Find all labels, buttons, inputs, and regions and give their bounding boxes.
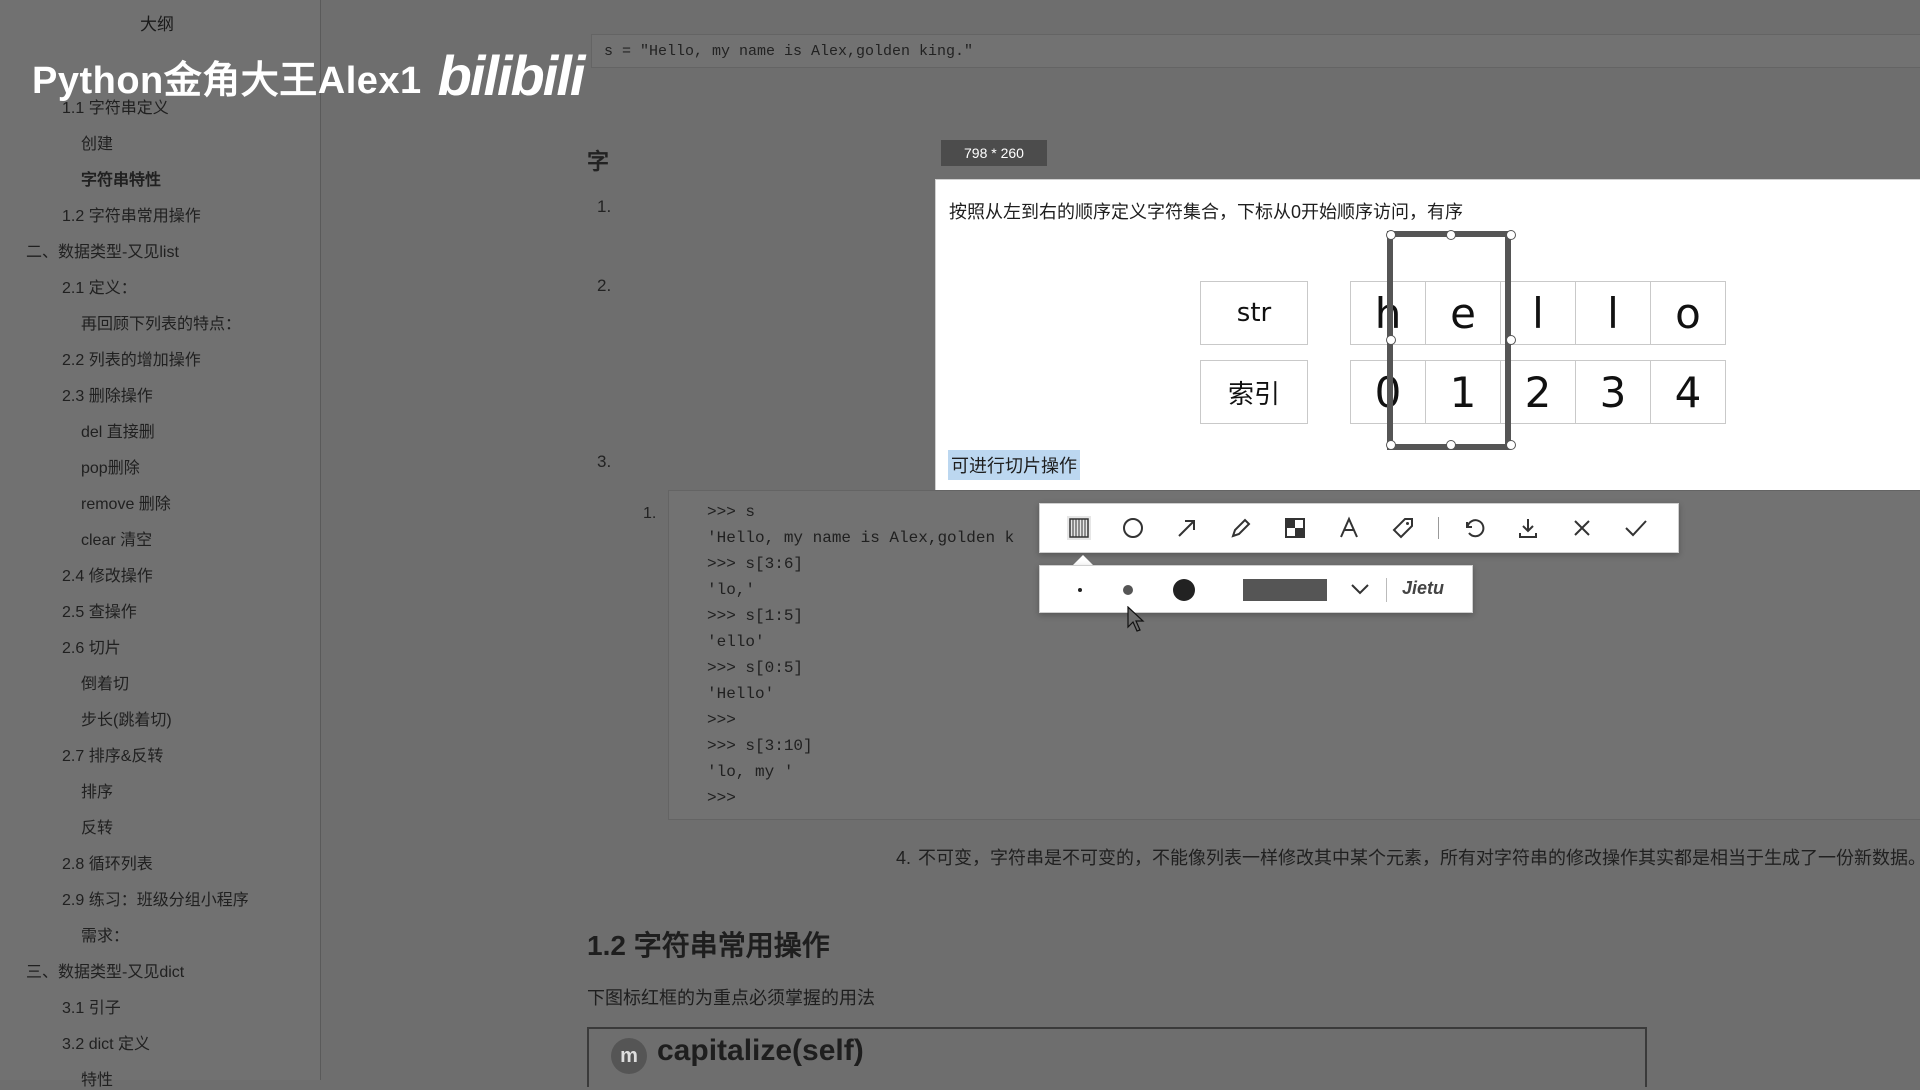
section-heading-ops: 1.2 字符串常用操作 xyxy=(587,930,830,961)
outline-item[interactable]: del 直接删 xyxy=(81,418,155,442)
code-line: 'ello' xyxy=(707,633,765,651)
code-line: 'lo, my ' xyxy=(707,763,794,781)
index-row-label: 索引 xyxy=(1200,360,1308,424)
close-icon[interactable] xyxy=(1555,508,1609,548)
note-text: 下图标红框的为重点必须掌握的用法 xyxy=(587,988,875,1008)
download-icon[interactable] xyxy=(1501,508,1555,548)
code-line: >>> s[0:5] xyxy=(707,659,804,677)
outline-sidebar: 大纲 1.1 字符串定义 创建 字符串特性 1.2 字符串常用操作 二、数据类型-又见l… xyxy=(0,0,321,1089)
outline-item[interactable]: 2.3 删除操作 xyxy=(62,382,153,406)
outline-item[interactable]: 2.1 定义： xyxy=(62,274,137,298)
arrow-icon[interactable] xyxy=(1160,508,1214,548)
index-cell: 3 xyxy=(1575,360,1651,424)
list-number-3: 3. xyxy=(597,452,612,471)
screenshot-selection-region[interactable]: 按照从左到右的顺序定义字符集合，下标从0开始顺序访问，有序 str 索引 h e… xyxy=(935,179,1920,492)
resize-handle[interactable] xyxy=(1506,230,1516,240)
pencil-icon[interactable] xyxy=(1214,508,1268,548)
code-line: >>> xyxy=(707,711,736,729)
code-line: >>> s xyxy=(707,503,756,521)
code-line: >>> s[1:5] xyxy=(707,607,804,625)
mouse-cursor-icon xyxy=(1127,606,1145,632)
resize-handle[interactable] xyxy=(1386,335,1396,345)
outline-item[interactable]: 字符串特性 xyxy=(81,166,161,190)
method-badge-icon: m xyxy=(611,1038,647,1074)
code-top-line: s = "Hello, my name is Alex,golden king.… xyxy=(604,43,974,60)
annotation-rectangle[interactable] xyxy=(1386,230,1516,450)
outline-item[interactable]: 2.9 练习：班级分组小程序 xyxy=(62,886,249,910)
char-cell: o xyxy=(1650,281,1726,345)
capture-size-label: 798 * 260 xyxy=(941,140,1047,166)
list-number-1: 1. xyxy=(597,197,612,216)
outline-item[interactable]: 2.6 切片 xyxy=(62,634,121,658)
immutability-paragraph: 4. 不可变，字符串是不可变的，不能像列表一样修改其中某个元素，所有对字符串的修… xyxy=(896,843,1920,873)
slice-note-highlight: 可进行切片操作 xyxy=(948,450,1080,480)
str-row-label: str xyxy=(1200,281,1308,345)
outline-title: 大纲 xyxy=(140,15,174,34)
index-cell: 4 xyxy=(1650,360,1726,424)
resize-handle[interactable] xyxy=(1386,440,1396,450)
outline-item[interactable]: 步长(跳着切) xyxy=(81,706,172,730)
outline-item[interactable]: 2.2 列表的增加操作 xyxy=(62,346,201,370)
code-line: >>> s[3:6] xyxy=(707,555,804,573)
resize-handle[interactable] xyxy=(1386,230,1396,240)
outline-item[interactable]: 需求： xyxy=(81,922,129,946)
color-swatch[interactable] xyxy=(1243,579,1327,601)
toolbar-pointer xyxy=(1073,555,1093,565)
method-name: capitalize(self) xyxy=(657,1034,864,1067)
circle-icon[interactable] xyxy=(1106,508,1160,548)
outline-item[interactable]: 2.8 循环列表 xyxy=(62,850,153,874)
mosaic-grid-icon[interactable] xyxy=(1268,508,1322,548)
code-line: 'Hello, my name is Alex,golden k xyxy=(707,529,1015,547)
toolbar-divider xyxy=(1438,517,1439,539)
list-number-4: 4. xyxy=(896,848,912,868)
text-icon[interactable] xyxy=(1322,508,1376,548)
outline-item[interactable]: 3.1 引子 xyxy=(62,994,121,1018)
outline-item[interactable]: 3.2 dict 定义 xyxy=(62,1030,150,1054)
resize-handle[interactable] xyxy=(1446,440,1456,450)
index-cell: 2 xyxy=(1500,360,1576,424)
undo-icon[interactable] xyxy=(1447,508,1501,548)
list-number-2: 2. xyxy=(597,276,612,295)
toolbar-divider xyxy=(1386,578,1387,602)
outline-item[interactable]: 2.5 查操作 xyxy=(62,598,137,622)
outline-item[interactable]: 二、数据类型-又见list xyxy=(26,238,179,262)
jietu-brand: Jietu xyxy=(1402,578,1445,598)
outline-item[interactable]: 2.7 排序&反转 xyxy=(62,742,163,766)
section-heading: 字 xyxy=(587,149,610,174)
outline-item[interactable]: 特性 xyxy=(81,1066,113,1090)
code-line: 'lo,' xyxy=(707,581,756,599)
resize-handle[interactable] xyxy=(1446,230,1456,240)
size-medium-option[interactable] xyxy=(1123,585,1133,595)
mosaic-icon[interactable] xyxy=(1052,508,1106,548)
size-large-option[interactable] xyxy=(1173,579,1195,601)
resize-handle[interactable] xyxy=(1506,335,1516,345)
size-small-option[interactable] xyxy=(1078,588,1082,592)
code-block-top: s = "Hello, my name is Alex,golden king.… xyxy=(591,34,1920,68)
brush-options-toolbar: Jietu xyxy=(1039,565,1473,613)
outline-item[interactable]: 再回顾下列表的特点： xyxy=(81,310,241,334)
chevron-down-icon[interactable] xyxy=(1349,580,1371,598)
outline-item[interactable]: 倒着切 xyxy=(81,670,129,694)
code-line: 'Hello' xyxy=(707,685,775,703)
outline-item[interactable]: 2.4 修改操作 xyxy=(62,562,153,586)
code-line: >>> xyxy=(707,789,736,807)
annotation-toolbar xyxy=(1039,503,1679,553)
immutability-text: 不可变，字符串是不可变的，不能像列表一样修改其中某个元素，所有对字符串的修改操作… xyxy=(918,848,1920,868)
char-cell: l xyxy=(1575,281,1651,345)
outline-item[interactable]: pop删除 xyxy=(81,454,140,478)
outline-item[interactable]: 创建 xyxy=(81,130,113,154)
outline-item[interactable]: clear 清空 xyxy=(81,526,152,550)
tag-icon[interactable] xyxy=(1376,508,1430,548)
document-area: s = "Hello, my name is Alex,golden king.… xyxy=(321,0,1920,1087)
check-icon[interactable] xyxy=(1609,508,1663,548)
outline-item[interactable]: 1.2 字符串常用操作 xyxy=(62,202,201,226)
resize-handle[interactable] xyxy=(1506,440,1516,450)
string-definition-text: 按照从左到右的顺序定义字符集合，下标从0开始顺序访问，有序 xyxy=(949,202,1464,222)
outline-item[interactable]: 排序 xyxy=(81,778,113,802)
outline-item[interactable]: 反转 xyxy=(81,814,113,838)
code-line: >>> s[3:10] xyxy=(707,737,813,755)
outline-item[interactable]: remove 删除 xyxy=(81,490,171,514)
code-list-number: 1. xyxy=(643,505,657,522)
outline-item[interactable]: 三、数据类型-又见dict xyxy=(26,958,184,982)
